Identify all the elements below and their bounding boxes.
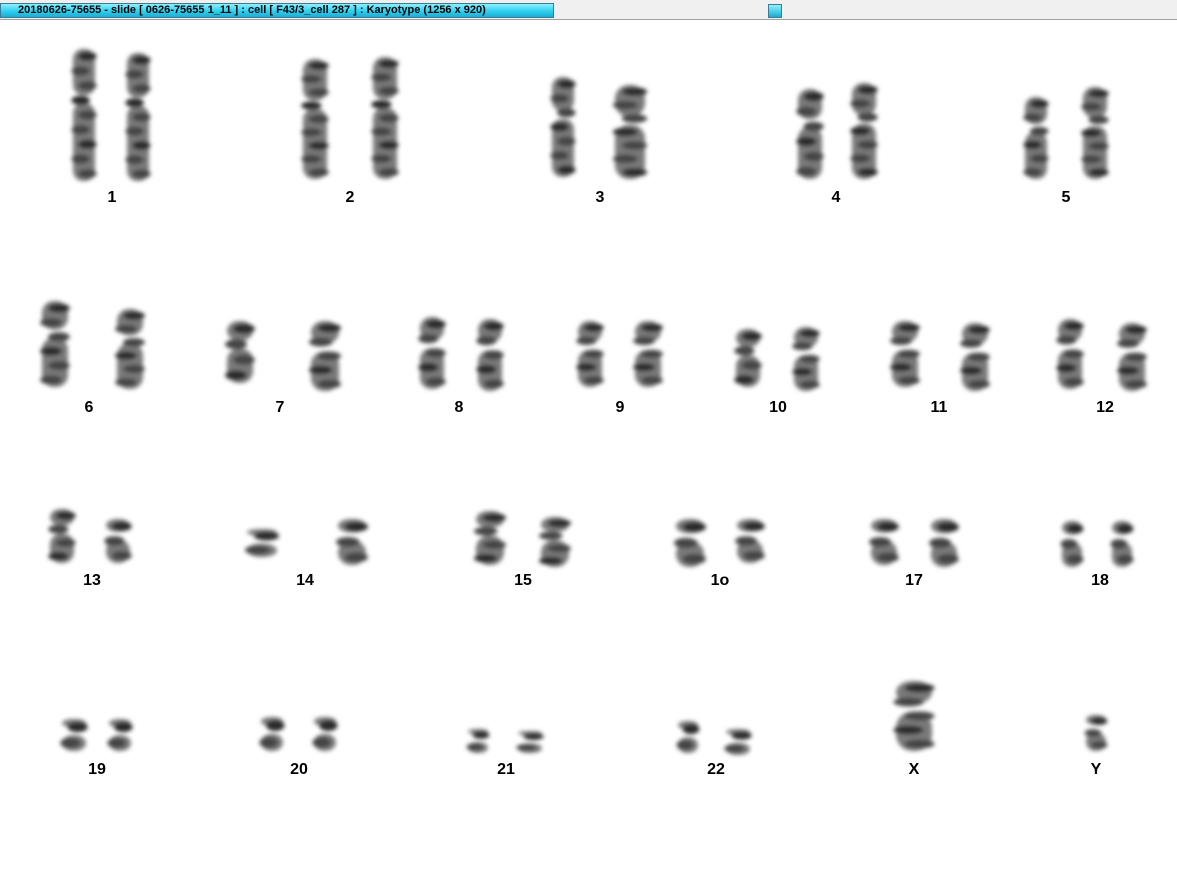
chromosome-14-b [336, 519, 368, 565]
chromosome-label: 20 [290, 761, 308, 778]
title-bar: 20180626-75655 - slide [ 0626-75655 1_11… [0, 0, 1177, 20]
chromosome-24-a [1084, 715, 1108, 751]
chromosome-18-a [1060, 521, 1084, 567]
chromosome-label: 22 [707, 761, 725, 778]
chromosome-6-b [115, 309, 145, 389]
chromosome-13-a [48, 509, 76, 563]
chromosome-label: 9 [615, 399, 625, 416]
chromosome-label: 4 [831, 189, 841, 206]
chromosome-3-b [612, 85, 648, 179]
chromosome-1-b [125, 53, 151, 181]
chromosome-20-a [259, 717, 285, 751]
chromosome-9-a [576, 321, 604, 387]
chromosome-label: 14 [296, 572, 314, 589]
chromosome-2-a [301, 59, 329, 179]
chromosome-5-b [1081, 87, 1109, 179]
chromosome-image [40, 49, 1147, 755]
chromosome-7-a [225, 321, 255, 383]
chromosome-10-b [792, 327, 820, 391]
chromosome-label: 1o [710, 572, 730, 589]
chromosome-label: 1 [107, 189, 117, 206]
chromosome-4-a [796, 89, 824, 179]
chromosome-8-b [476, 319, 504, 391]
chromosome-11-b [960, 323, 990, 391]
chromosome-19-a [60, 719, 88, 751]
chromosome-label: X [908, 761, 920, 778]
chromosome-label: 21 [497, 761, 515, 778]
chromosome-label: 2 [345, 189, 355, 206]
chromosome-12-b [1117, 323, 1147, 391]
chromosome-22-b [724, 729, 752, 755]
chromosome-2-b [371, 57, 399, 179]
chromosome-17-b [929, 519, 959, 567]
chromosome-label: 6 [84, 399, 94, 416]
chromosome-9-b [633, 321, 663, 387]
chromosome-5-a [1023, 97, 1049, 179]
chromosome-label: 10 [769, 399, 787, 416]
chromosome-label: Y [1090, 761, 1102, 778]
chromosome-17-a [869, 519, 899, 565]
chromosome-label: 3 [595, 189, 605, 206]
chromosome-label: 11 [930, 399, 948, 416]
chromosome-label: 12 [1096, 399, 1114, 416]
chromosome-19-b [107, 719, 133, 751]
chromosome-6-a [40, 301, 70, 387]
window-title-tab[interactable]: 20180626-75655 - slide [ 0626-75655 1_11… [0, 3, 554, 18]
chromosome-label: 19 [88, 761, 106, 778]
karyotype-canvas: 1 2 3 4 5 6 7 8 9 10 11 12 13 14 15 1o 17 18 19 20 21 22 X Y [0, 21, 1177, 877]
chromosome-16-a [674, 519, 706, 567]
chromosome-1-a [71, 49, 97, 181]
chromosome-14-a [244, 529, 280, 557]
chromosome-label: 18 [1091, 572, 1109, 589]
chromosome-22-a [676, 721, 700, 753]
chromosome-label: 7 [275, 399, 285, 416]
chromosome-23-a [893, 681, 935, 751]
chromosome-7-b [309, 321, 341, 391]
chromosome-15-a [474, 511, 506, 565]
chromosome-8-a [418, 317, 446, 389]
chromosome-4-b [850, 83, 878, 179]
chromosome-3-a [550, 77, 576, 177]
chromosome-15-b [539, 517, 571, 567]
chromosome-21-b [516, 731, 544, 753]
chromosome-18-b [1110, 521, 1134, 567]
chromosome-label: 13 [83, 572, 101, 589]
chromosome-label: 8 [454, 399, 464, 416]
chromosome-label: 5 [1061, 189, 1071, 206]
window-title: 20180626-75655 - slide [ 0626-75655 1_11… [18, 4, 486, 16]
chromosome-11-a [890, 321, 920, 387]
chromosome-21-a [466, 729, 490, 753]
chromosome-20-b [312, 717, 338, 751]
chromosome-12-a [1056, 319, 1084, 389]
chromosome-label: 17 [905, 572, 923, 589]
chromosome-10-a [734, 329, 762, 387]
chromosome-label: 15 [514, 572, 532, 589]
chromosome-16-b [735, 519, 765, 563]
scroll-thumb[interactable] [768, 4, 782, 18]
chromosome-13-b [104, 519, 132, 563]
